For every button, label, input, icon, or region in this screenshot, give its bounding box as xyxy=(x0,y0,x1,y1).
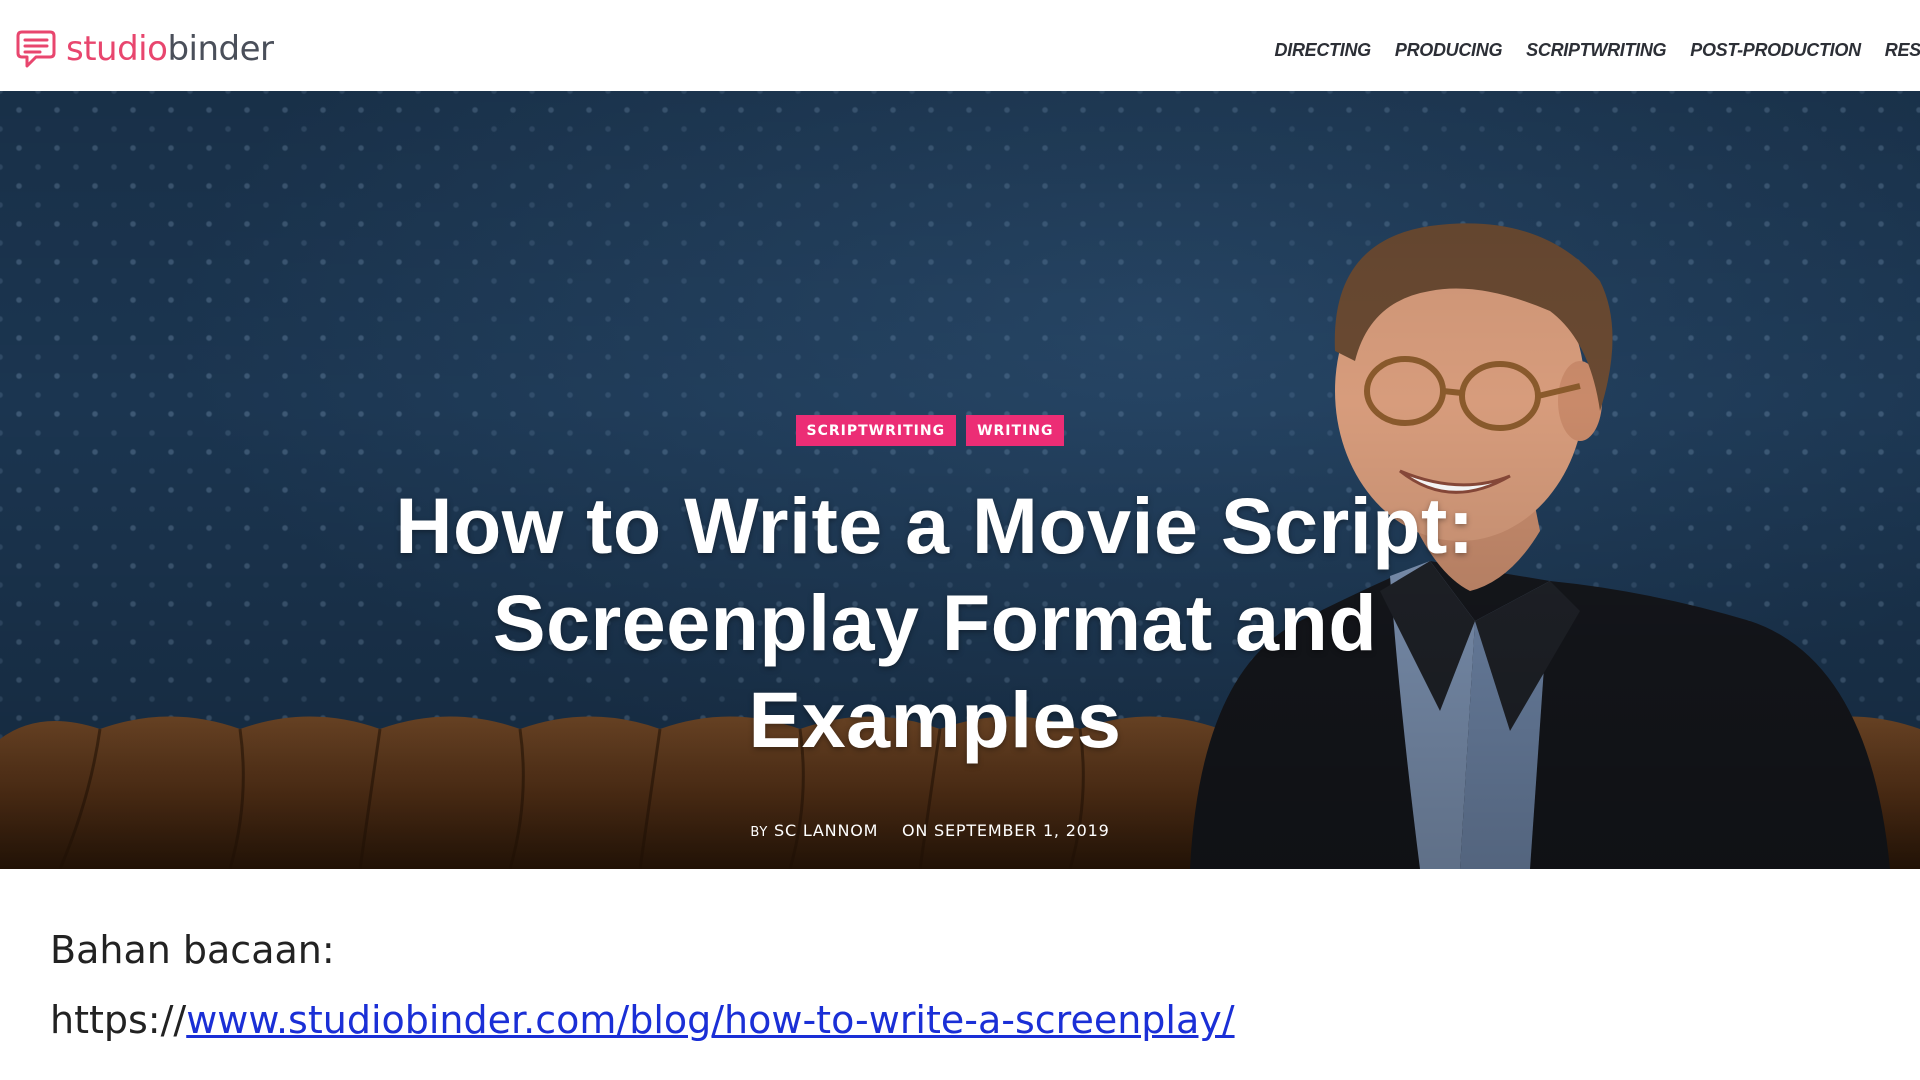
main-nav: DIRECTING PRODUCING SCRIPTWRITING POST-P… xyxy=(1275,0,1920,100)
tag-scriptwriting[interactable]: SCRIPTWRITING xyxy=(795,415,957,446)
nav-producing[interactable]: PRODUCING xyxy=(1395,40,1503,61)
reading-label: Bahan bacaan: xyxy=(50,928,335,972)
hero-banner: SCRIPTWRITING WRITING How to Write a Mov… xyxy=(0,91,1920,869)
byline-author-link[interactable]: SC LANNOM xyxy=(774,821,878,840)
logo-text-binder: binder xyxy=(167,29,274,69)
reading-url-line: https://www.studiobinder.com/blog/how-to… xyxy=(50,985,1235,1055)
title-line-1: How to Write a Movie Script: xyxy=(395,481,1475,570)
byline-date: ON SEPTEMBER 1, 2019 xyxy=(902,821,1110,840)
logo-wordmark: studiobinder xyxy=(66,32,274,66)
title-line-2: Screenplay Format and xyxy=(492,578,1378,667)
article-url-link[interactable]: www.studiobinder.com/blog/how-to-write-a… xyxy=(186,998,1234,1042)
title-line-3: Examples xyxy=(748,675,1122,764)
article-byline: BY SC LANNOM ON SEPTEMBER 1, 2019 xyxy=(0,821,1920,843)
chat-bubble-logo-icon xyxy=(16,30,56,68)
nav-directing[interactable]: DIRECTING xyxy=(1275,40,1372,61)
article-title: How to Write a Movie Script: Screenplay … xyxy=(0,477,1920,768)
studiobinder-logo[interactable]: studiobinder xyxy=(16,26,274,72)
nav-post-production[interactable]: POST-PRODUCTION xyxy=(1690,40,1861,61)
tag-writing[interactable]: WRITING xyxy=(966,415,1065,446)
reading-reference: Bahan bacaan: https://www.studiobinder.c… xyxy=(50,915,1235,1055)
nav-scriptwriting[interactable]: SCRIPTWRITING xyxy=(1526,40,1666,61)
byline-by: BY xyxy=(750,825,769,840)
logo-text-studio: studio xyxy=(66,29,168,69)
nav-resources[interactable]: RESOUR xyxy=(1885,40,1920,61)
site-header: studiobinder DIRECTING PRODUCING SCRIPTW… xyxy=(0,0,1920,91)
url-prefix: https:// xyxy=(50,998,187,1042)
category-tags: SCRIPTWRITING WRITING xyxy=(0,415,1920,446)
